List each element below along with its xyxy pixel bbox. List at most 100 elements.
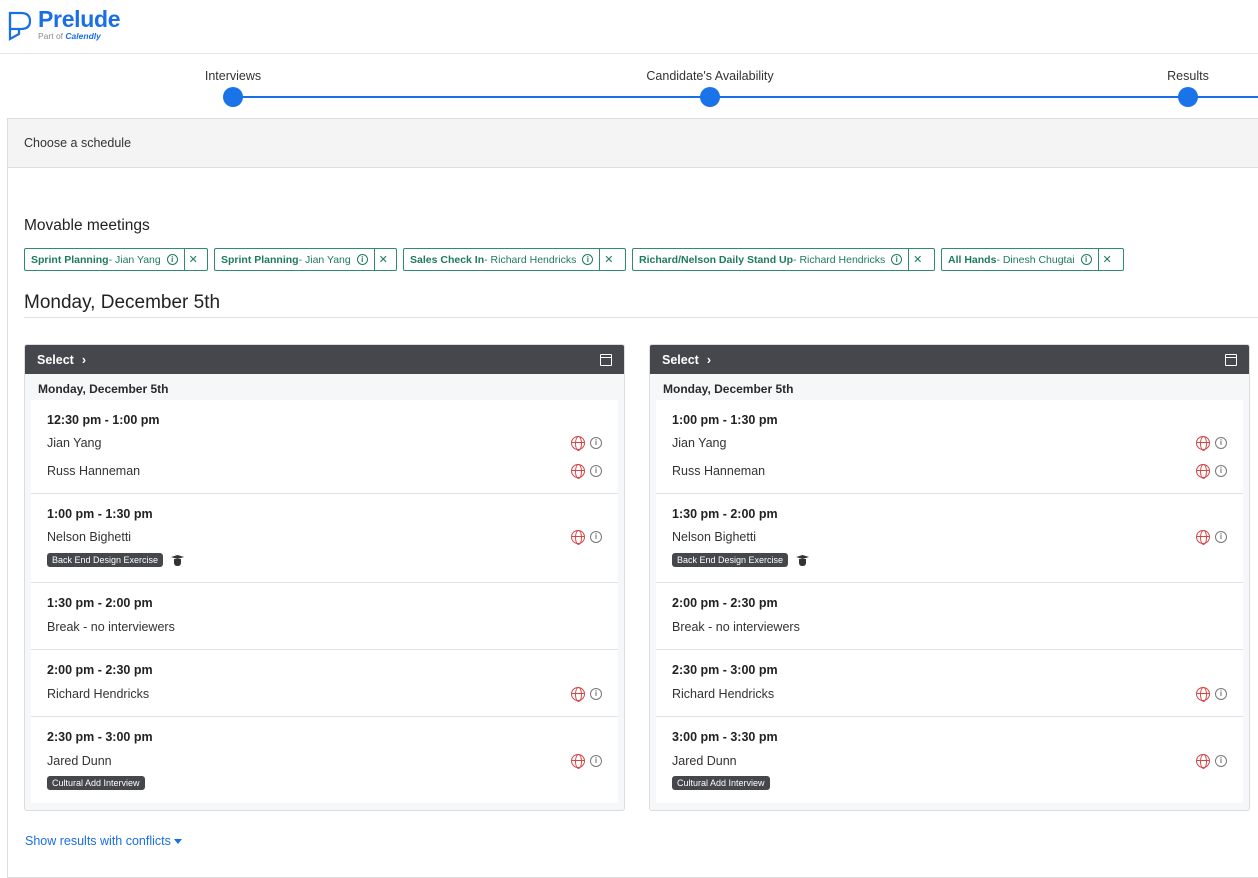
movable-meeting-chip[interactable]: Sales Check In - Richard Hendricks i ✕	[403, 248, 626, 271]
timezone-conflict-icon[interactable]	[1196, 464, 1210, 479]
info-icon[interactable]: i	[1215, 688, 1227, 700]
stepper-progress-line	[233, 96, 1258, 98]
interviewer-row: Russ Hanneman i	[672, 464, 1243, 479]
break-slot: 2:00 pm - 2:30 pm Break - no interviewer…	[656, 583, 1243, 650]
timezone-conflict-icon[interactable]	[571, 436, 585, 451]
remove-chip-icon[interactable]: ✕	[908, 249, 926, 270]
card-header: Select ›	[650, 345, 1249, 374]
slot-time: 1:00 pm - 1:30 pm	[672, 413, 778, 427]
info-icon[interactable]: i	[590, 437, 602, 449]
slot-time: 12:30 pm - 1:00 pm	[47, 413, 160, 427]
step-label-results[interactable]: Results	[1167, 69, 1209, 83]
interviewer-name: Nelson Bighetti	[672, 530, 757, 544]
movable-meetings-title: Movable meetings	[24, 217, 150, 234]
interviewer-name: Jared Dunn	[672, 754, 737, 768]
interview-type-row: Back End Design Exercise	[672, 553, 809, 567]
slot-time: 2:30 pm - 3:00 pm	[672, 663, 778, 677]
remove-chip-icon[interactable]: ✕	[599, 249, 617, 270]
movable-meeting-chip[interactable]: Sprint Planning - Jian Yang i ✕	[214, 248, 397, 271]
interview-slot: 1:30 pm - 2:00 pm Nelson Bighetti i Back…	[656, 494, 1243, 583]
step-dot-availability[interactable]	[700, 87, 720, 107]
info-icon[interactable]: i	[1080, 254, 1092, 265]
interview-slot: 3:00 pm - 3:30 pm Jared Dunn i Cultural …	[656, 717, 1243, 803]
info-icon[interactable]: i	[590, 531, 602, 543]
day-title: Monday, December 5th	[24, 292, 221, 313]
interview-slot: 1:00 pm - 1:30 pm Nelson Bighetti i Back…	[31, 494, 618, 583]
interviewer-row: Richard Hendricks i	[47, 687, 618, 702]
schedule-date: Monday, December 5th	[663, 382, 794, 396]
interview-type-badge: Cultural Add Interview	[47, 776, 145, 790]
interviewer-name: Jared Dunn	[47, 754, 112, 768]
interviewer-row: Russ Hanneman i	[47, 464, 618, 479]
interviewer-row: Nelson Bighetti i	[47, 530, 618, 545]
movable-meeting-chip[interactable]: Richard/Nelson Daily Stand Up - Richard …	[632, 248, 935, 271]
interviewer-name: Russ Hanneman	[672, 464, 766, 478]
slot-time: 1:30 pm - 2:00 pm	[672, 507, 778, 521]
break-label: Break - no interviewers	[672, 620, 800, 634]
timezone-conflict-icon[interactable]	[571, 464, 585, 479]
info-icon[interactable]: i	[1215, 531, 1227, 543]
interview-type-badge: Cultural Add Interview	[672, 776, 770, 790]
remove-chip-icon[interactable]: ✕	[1097, 249, 1116, 270]
remove-chip-icon[interactable]: ✕	[373, 249, 392, 270]
card-header: Select ›	[25, 345, 624, 374]
timezone-conflict-icon[interactable]	[571, 754, 585, 769]
info-icon[interactable]: i	[1215, 437, 1227, 449]
timezone-conflict-icon[interactable]	[571, 530, 585, 545]
interview-type-row: Back End Design Exercise	[47, 553, 184, 567]
step-dot-interviews[interactable]	[223, 87, 243, 107]
timezone-conflict-icon[interactable]	[1196, 754, 1210, 769]
divider	[24, 317, 1258, 318]
timezone-conflict-icon[interactable]	[1196, 530, 1210, 545]
schedule-option-card: Select › Monday, December 5th 1:00 pm - 1…	[649, 344, 1250, 811]
calendar-icon[interactable]	[1225, 353, 1237, 366]
info-icon[interactable]: i	[166, 254, 178, 265]
step-label-interviews[interactable]: Interviews	[205, 69, 261, 83]
timezone-conflict-icon[interactable]	[571, 687, 585, 702]
interview-type-row: Cultural Add Interview	[47, 776, 145, 790]
calendar-icon[interactable]	[600, 353, 612, 366]
interviewer-row: Jian Yang i	[672, 436, 1243, 451]
interview-type-row: Cultural Add Interview	[672, 776, 770, 790]
remove-chip-icon[interactable]: ✕	[183, 249, 202, 270]
interviewer-row: Jian Yang i	[47, 436, 618, 451]
movable-meeting-chip[interactable]: Sprint Planning - Jian Yang i ✕	[24, 248, 208, 271]
step-dot-results[interactable]	[1178, 87, 1198, 107]
prelude-logo-icon[interactable]	[7, 10, 35, 42]
movable-meeting-chip[interactable]: All Hands - Dinesh Chugtai i ✕	[941, 248, 1124, 271]
select-schedule-button[interactable]: Select ›	[662, 353, 711, 367]
info-icon[interactable]: i	[590, 465, 602, 477]
interviewer-name: Nelson Bighetti	[47, 530, 132, 544]
slot-time: 3:00 pm - 3:30 pm	[672, 730, 778, 744]
show-conflicts-link[interactable]: Show results with conflicts	[25, 834, 182, 848]
graduation-cap-icon[interactable]	[796, 554, 809, 566]
chevron-right-icon: ›	[706, 352, 712, 367]
interviewer-name: Jian Yang	[672, 436, 727, 450]
chevron-right-icon: ›	[81, 352, 87, 367]
timezone-conflict-icon[interactable]	[1196, 687, 1210, 702]
interviewer-name: Jian Yang	[47, 436, 102, 450]
info-icon[interactable]: i	[1215, 755, 1227, 767]
interviewer-row: Jared Dunn i	[672, 754, 1243, 769]
info-icon[interactable]: i	[1215, 465, 1227, 477]
schedule-date: Monday, December 5th	[38, 382, 169, 396]
info-icon[interactable]: i	[891, 254, 903, 265]
timezone-conflict-icon[interactable]	[1196, 436, 1210, 451]
select-schedule-button[interactable]: Select ›	[37, 353, 86, 367]
interview-type-badge: Back End Design Exercise	[672, 553, 789, 567]
interviewer-name: Russ Hanneman	[47, 464, 141, 478]
interviewer-row: Richard Hendricks i	[672, 687, 1243, 702]
brand-name[interactable]: Prelude	[38, 6, 121, 33]
schedule-option-card: Select › Monday, December 5th 12:30 pm - …	[24, 344, 625, 811]
interviewer-row: Nelson Bighetti i	[672, 530, 1243, 545]
info-icon[interactable]: i	[582, 254, 594, 265]
graduation-cap-icon[interactable]	[171, 554, 184, 566]
interviewer-name: Richard Hendricks	[672, 687, 775, 701]
info-icon[interactable]: i	[356, 254, 368, 265]
step-label-availability[interactable]: Candidate's Availability	[646, 69, 773, 83]
slot-time: 1:00 pm - 1:30 pm	[47, 507, 153, 521]
info-icon[interactable]: i	[590, 755, 602, 767]
slot-time: 1:30 pm - 2:00 pm	[47, 596, 153, 610]
interview-slot: 2:30 pm - 3:00 pm Jared Dunn i Cultural …	[31, 717, 618, 803]
info-icon[interactable]: i	[590, 688, 602, 700]
